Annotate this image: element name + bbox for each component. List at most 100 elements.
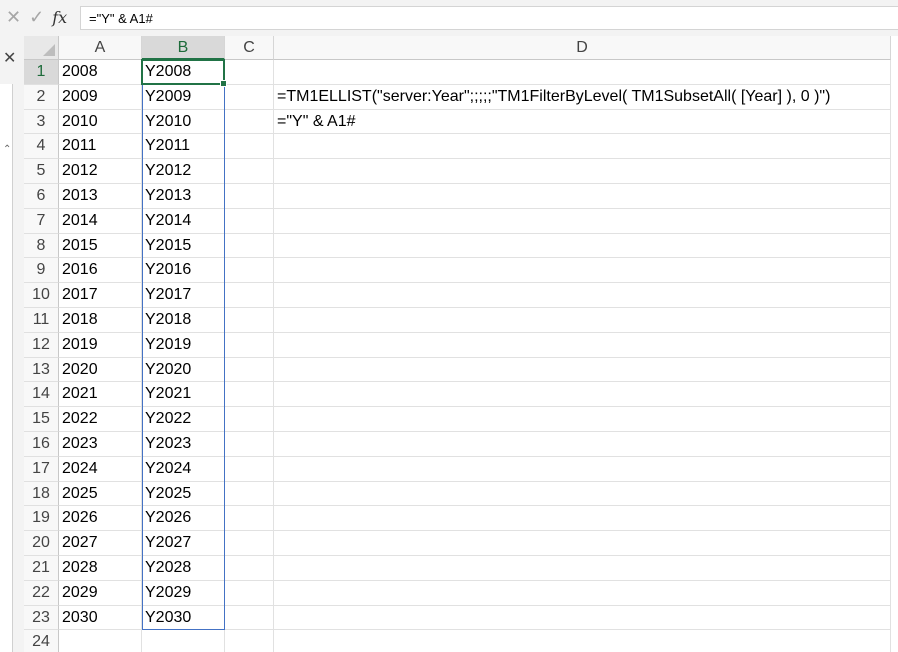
cell-c14[interactable] xyxy=(225,382,274,408)
cell-d13[interactable] xyxy=(274,357,891,383)
row-header[interactable]: 21 xyxy=(24,556,59,581)
cell-b7[interactable]: Y2014 xyxy=(142,208,225,234)
cell-d23[interactable] xyxy=(274,605,891,631)
cell-a23[interactable]: 2030 xyxy=(59,605,142,631)
row-header[interactable]: 2 xyxy=(24,84,59,110)
cell-d16[interactable] xyxy=(274,432,891,457)
cell-a16[interactable]: 2023 xyxy=(59,432,142,457)
column-header-b[interactable]: B xyxy=(142,36,225,60)
cell-b20[interactable]: Y2027 xyxy=(142,531,225,556)
cell-a15[interactable]: 2022 xyxy=(59,407,142,432)
cell-d20[interactable] xyxy=(274,531,891,556)
row-header[interactable]: 20 xyxy=(24,531,59,556)
cell-d18[interactable] xyxy=(274,481,891,507)
cell-d11[interactable] xyxy=(274,308,891,333)
cell-b11[interactable]: Y2018 xyxy=(142,308,225,333)
cell-d6[interactable] xyxy=(274,184,891,209)
row-header[interactable]: 18 xyxy=(24,481,59,507)
cell-c17[interactable] xyxy=(225,456,274,482)
cell-d19[interactable] xyxy=(274,506,891,532)
fx-icon[interactable]: fx xyxy=(52,8,67,27)
cell-a24[interactable] xyxy=(59,630,142,652)
worksheet-grid[interactable]: A B C D 1 2008 Y2008 2 2009 Y2009 =TM1ELLIST("serv… xyxy=(24,36,898,652)
cell-d5[interactable] xyxy=(274,159,891,184)
cell-c9[interactable] xyxy=(225,258,274,284)
row-header[interactable]: 23 xyxy=(24,605,59,631)
cell-a10[interactable]: 2017 xyxy=(59,283,142,308)
cell-c20[interactable] xyxy=(225,531,274,556)
cell-b21[interactable]: Y2028 xyxy=(142,556,225,581)
row-header[interactable]: 1 xyxy=(24,60,59,85)
cell-b16[interactable]: Y2023 xyxy=(142,432,225,457)
cell-d7[interactable] xyxy=(274,208,891,234)
cell-c8[interactable] xyxy=(225,233,274,259)
cell-d12[interactable] xyxy=(274,332,891,358)
cell-b23[interactable]: Y2030 xyxy=(142,605,225,631)
cell-c13[interactable] xyxy=(225,357,274,383)
cell-b22[interactable]: Y2029 xyxy=(142,580,225,606)
cell-c15[interactable] xyxy=(225,407,274,432)
cell-a13[interactable]: 2020 xyxy=(59,357,142,383)
cell-a6[interactable]: 2013 xyxy=(59,184,142,209)
cell-a19[interactable]: 2026 xyxy=(59,506,142,532)
cell-b2[interactable]: Y2009 xyxy=(142,84,225,110)
row-header[interactable]: 5 xyxy=(24,159,59,184)
cell-d1[interactable] xyxy=(274,60,891,85)
check-icon[interactable]: ✓ xyxy=(29,7,44,28)
cell-c22[interactable] xyxy=(225,580,274,606)
row-header[interactable]: 8 xyxy=(24,233,59,259)
cell-d10[interactable] xyxy=(274,283,891,308)
cell-b9[interactable]: Y2016 xyxy=(142,258,225,284)
cell-c2[interactable] xyxy=(225,84,274,110)
cell-c1[interactable] xyxy=(225,60,274,85)
row-header[interactable]: 9 xyxy=(24,258,59,284)
cell-c16[interactable] xyxy=(225,432,274,457)
row-header[interactable]: 3 xyxy=(24,109,59,135)
row-header[interactable]: 24 xyxy=(24,630,59,652)
cell-d22[interactable] xyxy=(274,580,891,606)
cell-a21[interactable]: 2028 xyxy=(59,556,142,581)
cell-a4[interactable]: 2011 xyxy=(59,134,142,160)
cell-c3[interactable] xyxy=(225,109,274,135)
formula-input[interactable] xyxy=(80,6,898,30)
cell-c6[interactable] xyxy=(225,184,274,209)
cell-a3[interactable]: 2010 xyxy=(59,109,142,135)
cell-b24[interactable] xyxy=(142,630,225,652)
cell-b8[interactable]: Y2015 xyxy=(142,233,225,259)
column-header-d[interactable]: D xyxy=(274,36,891,60)
cell-d24[interactable] xyxy=(274,630,891,652)
row-header[interactable]: 19 xyxy=(24,506,59,532)
cell-a20[interactable]: 2027 xyxy=(59,531,142,556)
row-header[interactable]: 15 xyxy=(24,407,59,432)
cell-b3[interactable]: Y2010 xyxy=(142,109,225,135)
pane-handle-icon[interactable]: ⌃ xyxy=(3,144,11,155)
cell-c10[interactable] xyxy=(225,283,274,308)
cell-d14[interactable] xyxy=(274,382,891,408)
cell-c5[interactable] xyxy=(225,159,274,184)
cell-d21[interactable] xyxy=(274,556,891,581)
cell-c18[interactable] xyxy=(225,481,274,507)
cell-a11[interactable]: 2018 xyxy=(59,308,142,333)
cell-b17[interactable]: Y2024 xyxy=(142,456,225,482)
cell-b13[interactable]: Y2020 xyxy=(142,357,225,383)
cell-d8[interactable] xyxy=(274,233,891,259)
row-header[interactable]: 10 xyxy=(24,283,59,308)
cell-a12[interactable]: 2019 xyxy=(59,332,142,358)
cell-a17[interactable]: 2024 xyxy=(59,456,142,482)
cell-a8[interactable]: 2015 xyxy=(59,233,142,259)
cell-b14[interactable]: Y2021 xyxy=(142,382,225,408)
cell-d2[interactable]: =TM1ELLIST("server:Year";;;;;"TM1FilterB… xyxy=(274,84,891,110)
cell-a1[interactable]: 2008 xyxy=(59,60,142,85)
cell-d9[interactable] xyxy=(274,258,891,284)
cell-b1[interactable]: Y2008 xyxy=(142,60,225,85)
cell-c21[interactable] xyxy=(225,556,274,581)
cell-a14[interactable]: 2021 xyxy=(59,382,142,408)
cell-c11[interactable] xyxy=(225,308,274,333)
row-header[interactable]: 7 xyxy=(24,208,59,234)
row-header[interactable]: 16 xyxy=(24,432,59,457)
row-header[interactable]: 17 xyxy=(24,456,59,482)
column-header-a[interactable]: A xyxy=(59,36,142,60)
row-header[interactable]: 4 xyxy=(24,134,59,160)
cell-c7[interactable] xyxy=(225,208,274,234)
cell-c4[interactable] xyxy=(225,134,274,160)
